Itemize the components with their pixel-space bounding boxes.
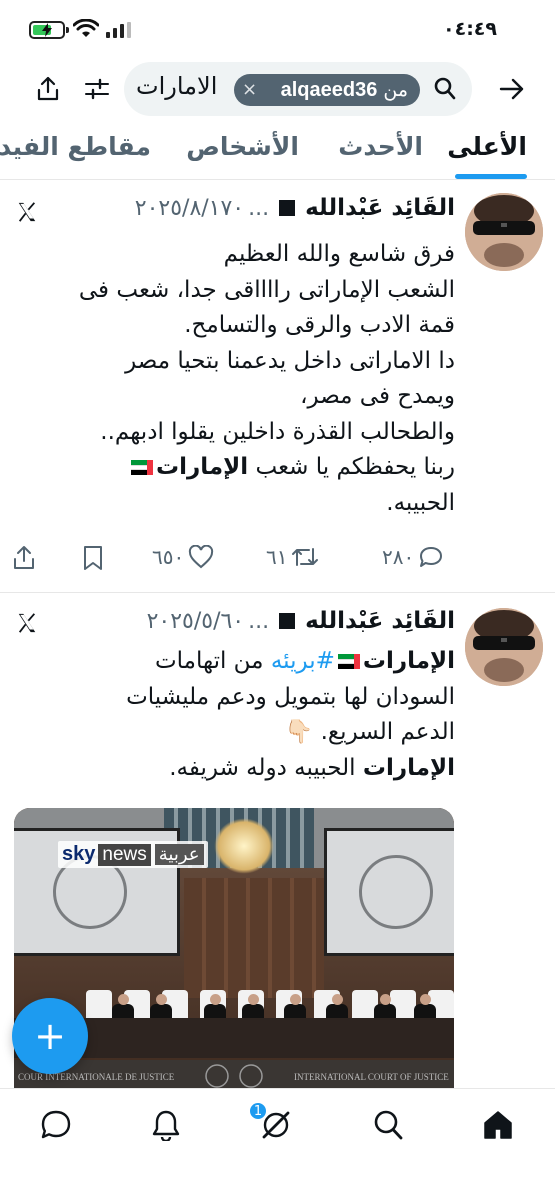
- black-square-icon: [279, 200, 296, 216]
- search-query-text: الامارات: [136, 72, 218, 100]
- x-logo-icon[interactable]: [16, 612, 38, 634]
- bookmark-icon: [84, 546, 102, 570]
- search-input[interactable]: الامارات من alqaeed36 ×: [124, 62, 472, 116]
- remove-chip-icon[interactable]: ×: [242, 79, 257, 100]
- share-icon: [14, 546, 34, 569]
- chat-bubble-icon: [41, 1110, 71, 1139]
- sliders-icon: [85, 78, 109, 100]
- x-logo-icon[interactable]: [16, 201, 38, 223]
- tweet-text: الإمارات #بريئه من اتهامات السودان لها بت…: [15, 644, 455, 786]
- tweet-header: القَائِد عَبْدالله ... ٢٠٢٥/٥/٦٠: [147, 608, 455, 634]
- hashtag-link[interactable]: #بريئه: [271, 648, 335, 674]
- retweet-count: ٦١: [266, 545, 288, 569]
- uae-flag-icon: [337, 654, 360, 669]
- tweet[interactable]: القَائِد عَبْدالله ... ٢٠٢٥/٨/١٧٠ فرق شا…: [0, 181, 555, 593]
- wifi-icon: [73, 19, 99, 37]
- search-icon: [374, 1110, 403, 1140]
- tweet-line: قمة الادب والرقى والتسامح.: [184, 312, 455, 338]
- reply-count: ٢٨٠: [382, 545, 415, 569]
- from-username: alqaeed36: [280, 78, 378, 101]
- back-button[interactable]: [497, 75, 527, 103]
- search-header: الامارات من alqaeed36 ×: [0, 62, 555, 116]
- share-icon: [37, 76, 59, 101]
- tweet-line: الإمارات #بريئه من اتهامات: [154, 648, 455, 674]
- nav-notifications[interactable]: [148, 1107, 184, 1143]
- highlight-keyword: الإمارات: [362, 648, 455, 674]
- tweet-header: القَائِد عَبْدالله ... ٢٠٢٥/٨/١٧٠: [135, 195, 455, 221]
- from-user-chip[interactable]: من alqaeed36 ×: [234, 74, 420, 106]
- tweet-line: والطحالب القذرة داخلين يقلوا ادبهم..: [100, 418, 455, 445]
- nav-explore[interactable]: [370, 1107, 406, 1143]
- like-button[interactable]: ٦٥٠: [152, 545, 214, 569]
- active-tab-indicator: [455, 174, 527, 179]
- reply-button[interactable]: ٢٨٠: [382, 545, 444, 569]
- tweet-line: الحبيبه.: [386, 489, 455, 516]
- reply-icon: [420, 547, 443, 567]
- avatar[interactable]: [465, 608, 543, 686]
- tweet-line: الدعم السريع. 👇🏻: [284, 719, 455, 745]
- plus-icon: +: [34, 1014, 66, 1058]
- author-name[interactable]: القَائِد عَبْدالله: [305, 195, 455, 221]
- tweet-line: ويمدح فى مصر،: [300, 383, 455, 409]
- bell-icon: [152, 1110, 180, 1141]
- nav-messages[interactable]: [38, 1107, 74, 1143]
- tweet-date: ٢٠٢٥/٨/١٧٠: [134, 195, 245, 221]
- share-search-button[interactable]: [32, 75, 64, 103]
- cellular-signal-icon: [106, 22, 131, 38]
- home-icon: [484, 1111, 512, 1139]
- tweet-line: الشعب الإماراتى رااااقى جدا، شعب فى: [78, 276, 455, 303]
- author-ellipsis: ...: [248, 195, 270, 221]
- from-prefix: من: [383, 79, 408, 101]
- tab-videos[interactable]: مقاطع الفيديو: [0, 132, 151, 161]
- tweet-actions: ٦٥٠ ٦١ ٢٨٠: [0, 545, 555, 585]
- notification-badge: 1: [248, 1101, 268, 1121]
- nav-home[interactable]: [480, 1107, 516, 1143]
- court-emblem-icon: [205, 1064, 263, 1088]
- avatar[interactable]: [465, 193, 543, 271]
- status-time: ٠٤:٤٩: [443, 18, 497, 40]
- search-filters-button[interactable]: [82, 75, 112, 103]
- heart-icon: [189, 545, 214, 569]
- tweet-line: الإمارات الحبيبه دوله شريفه.: [169, 754, 455, 781]
- search-icon: [434, 77, 456, 100]
- retweet-icon: [292, 548, 319, 566]
- tab-top[interactable]: الأعلى: [447, 132, 527, 161]
- tweet-text: فرق شاسع والله العظيم الشعب الإماراتى را…: [15, 237, 455, 521]
- highlight-keyword: الإمارات: [362, 754, 455, 781]
- tweet-line: فرق شاسع والله العظيم: [223, 241, 455, 267]
- like-count: ٦٥٠: [152, 545, 185, 569]
- black-square-icon: [279, 613, 296, 629]
- arrow-right-icon: [499, 78, 524, 100]
- tweet-date: ٢٠٢٥/٥/٦٠: [146, 608, 245, 634]
- battery-icon: [29, 21, 69, 39]
- bookmark-button[interactable]: [82, 545, 104, 571]
- share-button[interactable]: [12, 545, 36, 571]
- search-tabs: الأعلى الأحدث الأشخاص مقاطع الفيديو: [0, 124, 555, 180]
- sky-news-arabia-logo: sky news عربية: [58, 841, 208, 868]
- compose-post-button[interactable]: +: [12, 998, 88, 1074]
- tweet-line: دا الاماراتى داخل يدعمنا بتحيا مصر: [125, 347, 455, 374]
- pointing-down-emoji: 👇🏻: [284, 719, 314, 745]
- bottom-navigation: 1: [0, 1088, 555, 1200]
- author-name[interactable]: القَائِد عَبْدالله: [305, 608, 455, 634]
- uae-flag-icon: [131, 460, 154, 475]
- media-caption-bar: COUR INTERNATIONALE DE JUSTICE INTERNATI…: [14, 1060, 454, 1090]
- highlight-keyword: الإمارات: [156, 454, 249, 480]
- retweet-button[interactable]: ٦١: [266, 545, 319, 569]
- status-bar: ٠٤:٤٩: [0, 0, 555, 60]
- tab-people[interactable]: الأشخاص: [186, 132, 299, 161]
- tweet-line: ربنا يحفظكم يا شعب الإمارات: [15, 450, 455, 486]
- tweet-line: السودان لها بتمويل ودعم مليشيات: [126, 683, 455, 710]
- tab-latest[interactable]: الأحدث: [338, 132, 423, 161]
- author-ellipsis: ...: [248, 608, 270, 634]
